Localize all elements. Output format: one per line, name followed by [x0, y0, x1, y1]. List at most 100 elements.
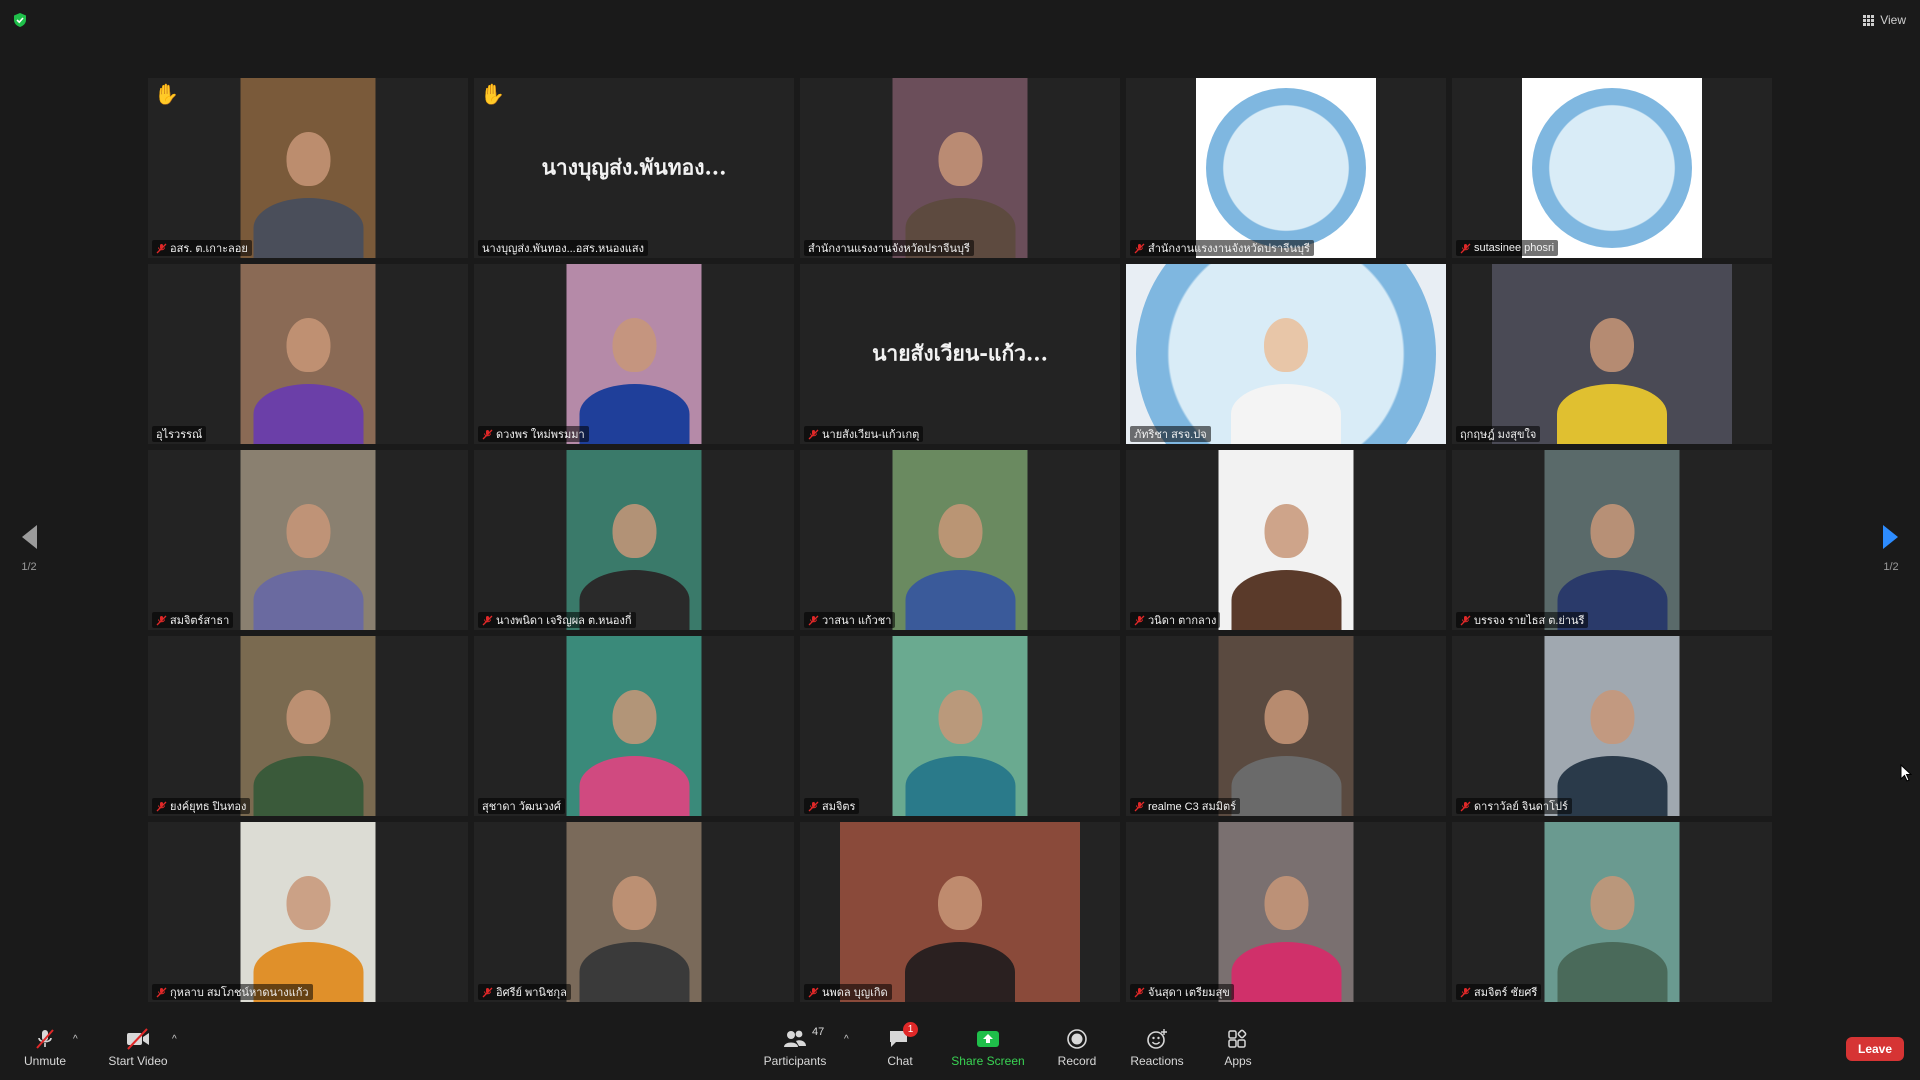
- participant-name-text: สมจิตร์สาธา: [170, 615, 230, 627]
- participant-video: [240, 264, 376, 444]
- participant-name-text: ยงค์ยุทธ ปินทอง: [170, 801, 247, 813]
- participant-tile[interactable]: realme C3 สมมิตร์: [1126, 636, 1446, 816]
- participant-display-name: นางบุญส่ง.พันทอง...: [541, 154, 727, 180]
- participant-name-text: ดาราวัลย์ จินดาโปร์: [1474, 801, 1568, 813]
- video-off-icon: [127, 1028, 149, 1050]
- participant-tile[interactable]: อุไรวรรณ์: [148, 264, 468, 444]
- right-arrow-icon[interactable]: [1881, 524, 1901, 550]
- next-page-nav[interactable]: 1/2: [1876, 524, 1906, 573]
- record-icon: [1067, 1029, 1087, 1049]
- participant-video: [1544, 636, 1680, 816]
- participant-tile[interactable]: สำนักงานแรงงานจังหวัดปราจีนบุรี: [1126, 78, 1446, 258]
- participant-name-label: นพดล บุญเกิด: [804, 984, 892, 1000]
- participants-icon: [784, 1030, 806, 1047]
- unmute-label: Unmute: [23, 1054, 67, 1068]
- participant-tile[interactable]: ดวงพร ใหม่พรมมา: [474, 264, 794, 444]
- participant-name-label: อสร. ต.เกาะลอย: [152, 240, 252, 256]
- participant-silhouette: [286, 876, 330, 930]
- participant-tile[interactable]: สมจิตร: [800, 636, 1120, 816]
- participant-tile[interactable]: ยงค์ยุทธ ปินทอง: [148, 636, 468, 816]
- participant-tile[interactable]: นายสังเวียน-แก้ว... นายสังเวียน-แก้วเกตุ: [800, 264, 1120, 444]
- office-seal-image: [1522, 78, 1702, 258]
- participant-tile[interactable]: ฤกฤษฎ์ มงสุขใจ: [1452, 264, 1772, 444]
- participant-name-text: อสร. ต.เกาะลอย: [170, 243, 248, 255]
- view-button[interactable]: View: [1863, 10, 1906, 30]
- participant-tile[interactable]: วนิดา ตากลาง: [1126, 450, 1446, 630]
- muted-mic-icon: [1134, 615, 1145, 625]
- participant-name-label: สมจิตร์ ชัยศรี: [1456, 984, 1542, 1000]
- participant-tile[interactable]: สมจิตร์ ชัยศรี: [1452, 822, 1772, 1002]
- participant-name-text: ดวงพร ใหม่พรมมา: [496, 429, 585, 441]
- participant-silhouette: [612, 876, 656, 930]
- participant-tile[interactable]: สุชาดา วัฒนวงศ์: [474, 636, 794, 816]
- participant-name-text: ภัทริชา สรจ.ปจ: [1134, 429, 1207, 441]
- leave-button[interactable]: Leave: [1846, 1037, 1904, 1061]
- apps-button[interactable]: Apps: [1220, 1016, 1256, 1080]
- participant-name-label: ฤกฤษฎ์ มงสุขใจ: [1456, 426, 1541, 442]
- video-options-caret-icon[interactable]: ^: [172, 1034, 177, 1045]
- participant-tile[interactable]: ✋ อสร. ต.เกาะลอย: [148, 78, 468, 258]
- participant-tile[interactable]: กุหลาบ สมโภชน์หาดนางแก้ว: [148, 822, 468, 1002]
- muted-mic-icon: [1460, 615, 1471, 625]
- participant-name-label: จันสุดา เตรียมสุข: [1130, 984, 1234, 1000]
- previous-page-nav[interactable]: 1/2: [14, 524, 44, 573]
- participant-silhouette: [579, 384, 689, 444]
- muted-mic-icon: [808, 429, 819, 439]
- participant-name-label: วาสนา แก้วชา: [804, 612, 896, 628]
- participant-name-label: นางพนิดา เจริญผล ต.หนองกี่: [478, 612, 636, 628]
- participant-name-text: จันสุดา เตรียมสุข: [1148, 987, 1230, 999]
- participant-tile[interactable]: ภัทริชา สรจ.ปจ: [1126, 264, 1446, 444]
- muted-mic-icon: [1134, 987, 1145, 997]
- unmute-button[interactable]: Unmute: [20, 1016, 70, 1080]
- reactions-button[interactable]: Reactions: [1130, 1016, 1184, 1080]
- audio-options-caret-icon[interactable]: ^: [73, 1034, 78, 1045]
- apps-icon: [1228, 1029, 1247, 1048]
- participant-name-label: นางบุญส่ง.พันทอง...อสร.หนองแสง: [478, 240, 648, 256]
- participant-silhouette: [1557, 756, 1667, 816]
- participant-silhouette: [938, 504, 982, 558]
- participant-name-text: อุไรวรรณ์: [156, 429, 203, 441]
- participant-name-label: สุชาดา วัฒนวงศ์: [478, 798, 565, 814]
- participant-tile[interactable]: สมจิตร์สาธา: [148, 450, 468, 630]
- muted-mic-icon: [1134, 801, 1145, 811]
- muted-mic-icon: [156, 615, 167, 625]
- participant-video: [566, 450, 702, 630]
- participant-name-text: นายสังเวียน-แก้วเกตุ: [822, 429, 920, 441]
- share-screen-button[interactable]: Share Screen: [950, 1016, 1026, 1080]
- participants-count: 47: [812, 1026, 825, 1038]
- participant-video: [240, 636, 376, 816]
- participant-tile[interactable]: สำนักงานแรงงานจังหวัดปราจีนบุรี: [800, 78, 1120, 258]
- participant-name-text: ฤกฤษฎ์ มงสุขใจ: [1460, 429, 1537, 441]
- participant-silhouette: [286, 690, 330, 744]
- participant-tile[interactable]: นางพนิดา เจริญผล ต.หนองกี่: [474, 450, 794, 630]
- muted-mic-icon: [482, 429, 493, 439]
- participant-tile[interactable]: บรรจง รายไธส ต.ย่านรี: [1452, 450, 1772, 630]
- participant-video: [240, 450, 376, 630]
- participant-tile[interactable]: sutasinee phosri: [1452, 78, 1772, 258]
- chat-label: Chat: [887, 1054, 913, 1068]
- muted-mic-icon: [156, 801, 167, 811]
- participant-video: [1544, 822, 1680, 1002]
- participants-options-caret-icon[interactable]: ^: [844, 1034, 849, 1045]
- participant-tile[interactable]: วาสนา แก้วชา: [800, 450, 1120, 630]
- left-arrow-icon[interactable]: [19, 524, 39, 550]
- muted-microphone-icon: [36, 1029, 54, 1049]
- participant-silhouette: [579, 942, 689, 1002]
- participant-tile[interactable]: จันสุดา เตรียมสุข: [1126, 822, 1446, 1002]
- start-video-button[interactable]: Start Video: [106, 1016, 170, 1080]
- participant-tile[interactable]: อิศรีย์ พานิชกุล: [474, 822, 794, 1002]
- participant-name-label: สมจิตร์สาธา: [152, 612, 234, 628]
- raised-hand-icon: ✋: [480, 84, 505, 106]
- participant-tile[interactable]: นพดล บุญเกิด: [800, 822, 1120, 1002]
- participant-tile[interactable]: นางบุญส่ง.พันทอง... ✋ นางบุญส่ง.พันทอง...อ…: [474, 78, 794, 258]
- participant-video: [840, 822, 1080, 1002]
- record-button[interactable]: Record: [1055, 1016, 1099, 1080]
- participant-name-label: นายสังเวียน-แก้วเกตุ: [804, 426, 924, 442]
- security-shield-icon[interactable]: [12, 12, 28, 28]
- participant-name-label: อุไรวรรณ์: [152, 426, 207, 442]
- participant-name-label: สมจิตร: [804, 798, 860, 814]
- participant-silhouette: [1590, 318, 1634, 372]
- participant-tile[interactable]: ดาราวัลย์ จินดาโปร์: [1452, 636, 1772, 816]
- participant-video: [1218, 636, 1354, 816]
- participant-name-text: สุชาดา วัฒนวงศ์: [482, 801, 561, 813]
